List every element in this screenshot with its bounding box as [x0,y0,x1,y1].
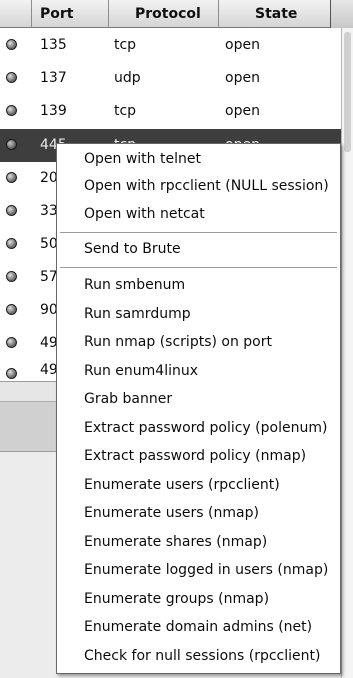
protocol-cell: tcp [114,37,137,53]
header-port-label: Port [40,6,74,22]
vertical-scrollbar[interactable] [341,28,353,678]
table-row[interactable]: 139 tcp open [0,95,341,128]
menu-item-open-netcat[interactable]: Open with netcat [57,200,340,228]
header-port[interactable]: Port [32,0,109,28]
port-cell: 139 [40,103,67,119]
menu-item-run-nmap-scripts[interactable]: Run nmap (scripts) on port [57,328,340,356]
port-status-icon [6,205,17,216]
menu-item-open-telnet[interactable]: Open with telnet [57,145,340,173]
screen: Port Protocol State 135 tcp open 137 udp… [0,0,353,678]
menu-item-run-samrdump[interactable]: Run samrdump [57,300,340,328]
port-status-icon [6,72,17,83]
menu-item-check-null-sessions[interactable]: Check for null sessions (rpcclient) [57,642,340,670]
header-protocol-label: Protocol [135,6,201,22]
port-status-icon [6,238,17,249]
port-status-icon [6,271,17,282]
state-cell: open [225,103,260,119]
menu-item-password-policy-nmap[interactable]: Extract password policy (nmap) [57,442,340,470]
context-menu: Open with telnet Open with rpcclient (NU… [56,143,341,674]
port-status-icon [6,337,17,348]
menu-item-password-policy-polenum[interactable]: Extract password policy (polenum) [57,414,340,442]
menu-item-enum-users-nmap[interactable]: Enumerate users (nmap) [57,499,340,527]
header-state[interactable]: State [219,0,331,28]
menu-item-grab-banner[interactable]: Grab banner [57,385,340,413]
menu-item-enum-shares-nmap[interactable]: Enumerate shares (nmap) [57,528,340,556]
port-status-icon [6,172,17,183]
menu-item-enum-logged-in-users[interactable]: Enumerate logged in users (nmap) [57,556,340,584]
port-cell: 135 [40,37,67,53]
menu-separator [60,267,337,268]
state-cell: open [225,70,260,86]
header-state-label: State [255,6,298,22]
port-cell: 137 [40,70,67,86]
table-header: Port Protocol State [0,0,353,28]
protocol-cell: udp [114,70,141,86]
menu-item-enum-users-rpcclient[interactable]: Enumerate users (rpcclient) [57,471,340,499]
menu-separator [60,232,337,233]
menu-item-open-rpcclient[interactable]: Open with rpcclient (NULL session) [57,172,340,200]
table-row[interactable]: 137 udp open [0,62,341,95]
scrollbar-thumb[interactable] [344,32,351,152]
port-status-icon [6,304,17,315]
menu-item-enum-groups-nmap[interactable]: Enumerate groups (nmap) [57,585,340,613]
port-status-icon [6,368,17,379]
port-status-icon [6,105,17,116]
port-status-icon [6,139,17,150]
state-cell: open [225,37,260,53]
menu-item-enum-domain-admins[interactable]: Enumerate domain admins (net) [57,613,340,641]
header-protocol[interactable]: Protocol [109,0,219,28]
header-status-column[interactable] [0,0,32,28]
header-extra-column [331,0,353,28]
table-row[interactable]: 135 tcp open [0,29,341,62]
menu-item-run-enum4linux[interactable]: Run enum4linux [57,357,340,385]
menu-item-send-to-brute[interactable]: Send to Brute [57,235,340,263]
port-status-icon [6,39,17,50]
protocol-cell: tcp [114,103,137,119]
menu-item-run-smbenum[interactable]: Run smbenum [57,271,340,299]
